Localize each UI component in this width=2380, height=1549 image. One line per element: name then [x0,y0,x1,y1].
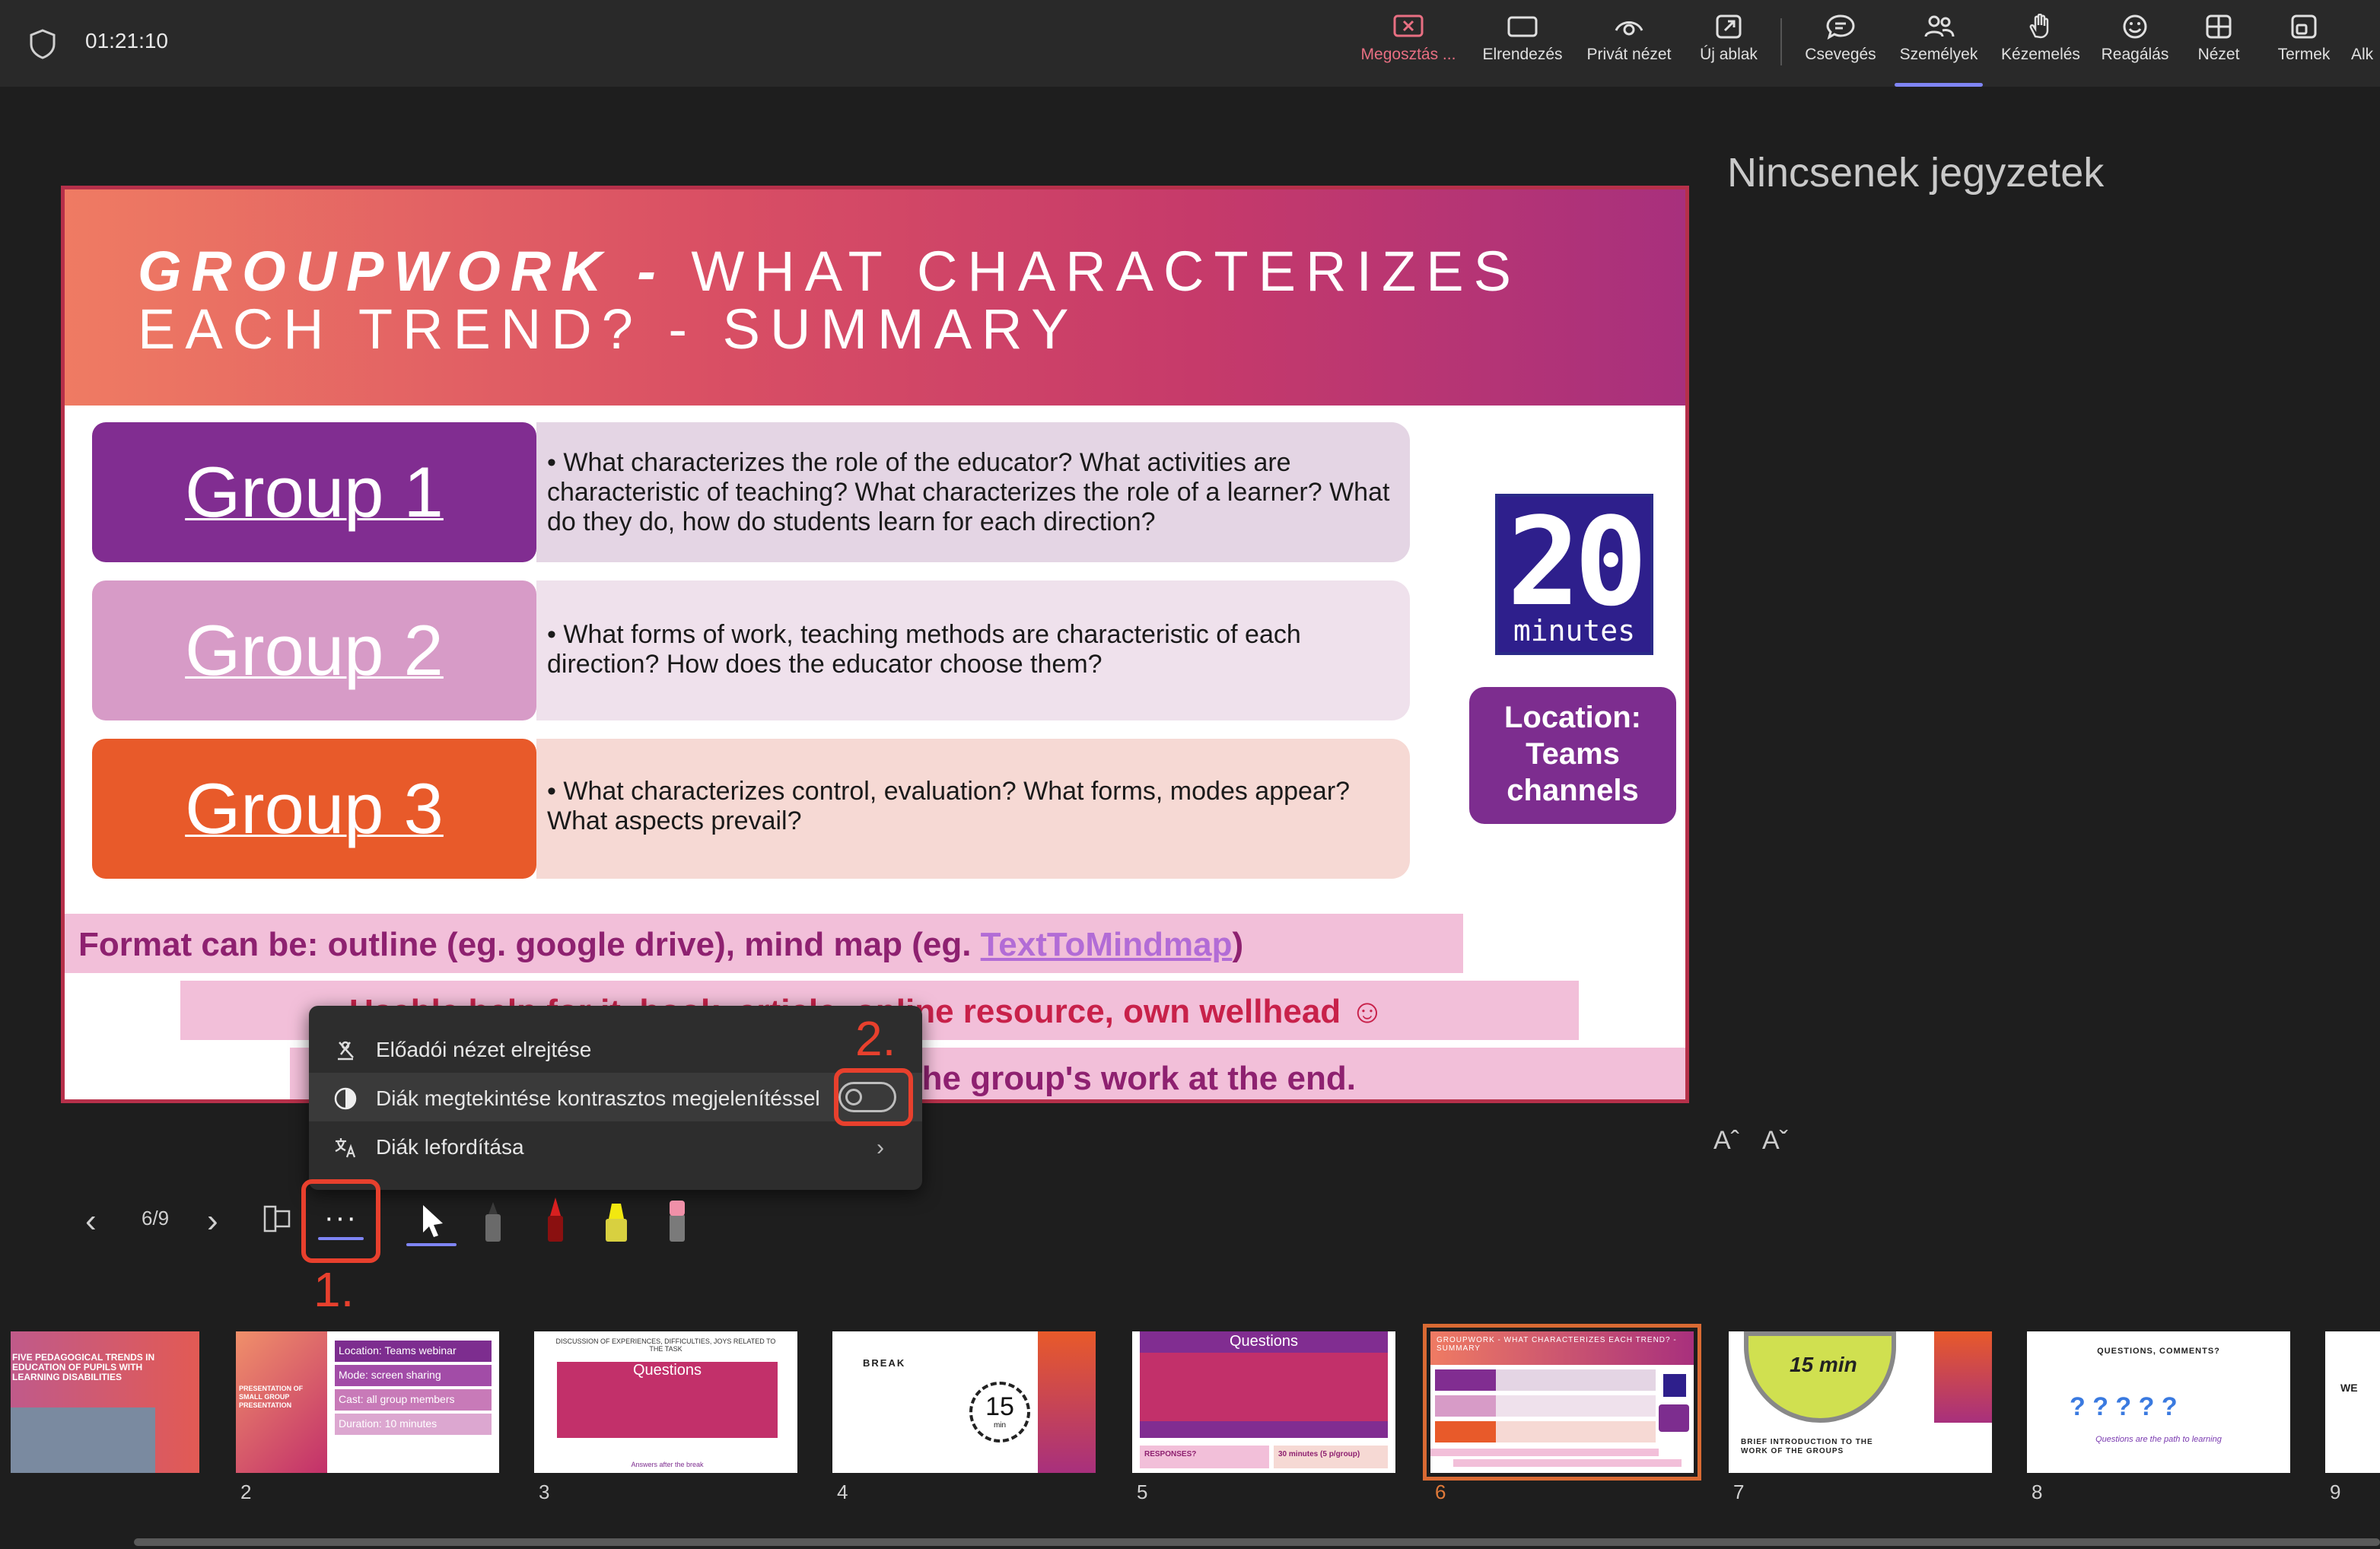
teams-presenter-view: 01:21:10 Megosztás ... Elrendezés Privát… [0,0,2380,1549]
view-button[interactable]: Nézet [2188,14,2249,82]
increase-font-button[interactable]: Aˆ [1713,1126,1739,1156]
clock-image [1744,1331,1896,1423]
meeting-timer: 01:21:10 [85,29,168,52]
chat-button[interactable]: Csevegés [1799,14,1882,82]
thumbnail-slide-4[interactable]: BREAK 15 min [832,1331,1096,1473]
group-1-questions: • What characterizes the role of the edu… [536,422,1410,562]
pen-red-icon[interactable] [537,1193,574,1248]
next-slide-button[interactable]: › [207,1202,218,1240]
notes-empty-label: Nincsenek jegyzetek [1727,150,2105,196]
location-box: Location: Teams channels [1469,687,1676,824]
toolbar-separator [1780,18,1782,65]
meeting-top-bar: 01:21:10 Megosztás ... Elrendezés Privát… [0,0,2380,87]
thumbnail-slide-3[interactable]: DISCUSSION OF EXPERIENCES, DIFFICULTIES,… [534,1331,797,1473]
thumbnail-slide-2[interactable]: PRESENTATION OF SMALL GROUP PRESENTATION… [236,1331,499,1473]
translate-icon [335,1138,356,1158]
format-banner: Format can be: outline (eg. google drive… [65,914,1463,973]
group-1-box: Group 1 [92,422,536,562]
pointer-active-indicator [406,1243,457,1246]
people-icon [1924,15,1955,37]
more-active-indicator [318,1237,364,1240]
thumbnail-slide-1[interactable]: FIVE PEDAGOGICAL TRENDS IN EDUCATION OF … [11,1331,199,1473]
raise-hand-button[interactable]: Kézemelés [1995,14,2086,82]
rooms-icon [2291,14,2317,39]
menu-item-high-contrast[interactable]: Diák megtekintése kontrasztos megjelenít… [309,1073,922,1121]
thumbnail-slide-5[interactable]: Questions RESPONSES? 30 minutes (5 p/gro… [1132,1331,1395,1473]
twenty-minutes-badge: 20 minutes [1495,494,1653,655]
contrast-icon [334,1087,357,1110]
thumbnail-image [11,1407,155,1473]
rooms-button[interactable]: Termek [2272,14,2336,82]
apps-icon [2358,14,2380,40]
people-button[interactable]: Személyek [1895,14,1983,87]
thumbnail-slide-9[interactable]: WE [2325,1331,2380,1473]
previous-slide-button[interactable]: ‹ [85,1202,97,1240]
pop-out-icon [1716,14,1742,39]
question-marks-graphic: ? ? ? ? ? [2070,1392,2178,1421]
eraser-icon[interactable] [659,1193,695,1248]
shield-icon [30,29,56,59]
private-view-button[interactable]: Privát nézet [1580,14,1678,82]
slide-title: GROUPWORK - WHAT CHARACTERIZES EACH TREN… [138,240,1521,361]
more-dots-icon: ··· [324,1202,358,1234]
slide-grid-icon[interactable] [262,1202,292,1236]
active-tab-indicator [1895,83,1983,87]
texttomindmap-link[interactable]: TextToMindmap [981,926,1233,963]
emoji-icon [2123,14,2147,39]
annotation-highlight-2 [834,1068,913,1126]
eye-icon [1615,21,1643,36]
react-button[interactable]: Reagálás [2097,14,2173,82]
pen-black-icon[interactable] [475,1193,511,1248]
highlighter-yellow-icon[interactable] [598,1193,635,1248]
thumbnail-slide-8[interactable]: QUESTIONS, COMMENTS? ? ? ? ? ? Questions… [2027,1331,2290,1473]
group-2-box: Group 2 [92,580,536,720]
grid-icon [2206,14,2232,39]
new-window-button[interactable]: Új ablak [1691,14,1767,82]
decrease-font-button[interactable]: Aˇ [1762,1126,1788,1156]
current-slide: GROUPWORK - WHAT CHARACTERIZES EACH TREN… [61,186,1689,1103]
thumbnail-scrollbar[interactable] [134,1538,2380,1546]
group-3-box: Group 3 [92,739,536,879]
thumbnail-slide-6[interactable]: GROUPWORK - WHAT CHARACTERIZES EACH TREN… [1423,1324,1701,1481]
menu-item-translate-slides[interactable]: Diák lefordítása › [309,1121,922,1170]
stop-share-icon [1393,14,1424,37]
more-options-button[interactable]: ··· [307,1187,374,1254]
annotation-step-1: 1. [313,1262,355,1317]
annotation-step-2: 2. [855,1011,896,1066]
group-3-questions: • What characterizes control, evaluation… [536,739,1410,879]
menu-item-hide-presenter-view[interactable]: Előadói nézet elrejtése [309,1024,922,1073]
hand-icon [2029,14,2049,39]
thumbnail-slide-7[interactable]: 15 min BRIEF INTRODUCTION TO THE WORK OF… [1729,1331,1992,1473]
apps-button[interactable]: Alk [2351,14,2380,82]
more-options-menu: Előadói nézet elrejtése Diák megtekintés… [309,1006,922,1190]
group-2-questions: • What forms of work, teaching methods a… [536,580,1410,720]
layout-icon [1507,16,1538,37]
presenter-hide-icon [338,1041,354,1061]
stop-sharing-button[interactable]: Megosztás ... [1351,14,1465,82]
slide-header-banner: GROUPWORK - WHAT CHARACTERIZES EACH TREN… [65,189,1685,406]
layout-button[interactable]: Elrendezés [1473,14,1572,82]
slide-counter: 6/9 [142,1207,170,1229]
chevron-right-icon: › [877,1135,884,1160]
chat-icon [1826,14,1855,40]
slide-thumbnail-strip: FIVE PEDAGOGICAL TRENDS IN EDUCATION OF … [0,1324,2380,1522]
